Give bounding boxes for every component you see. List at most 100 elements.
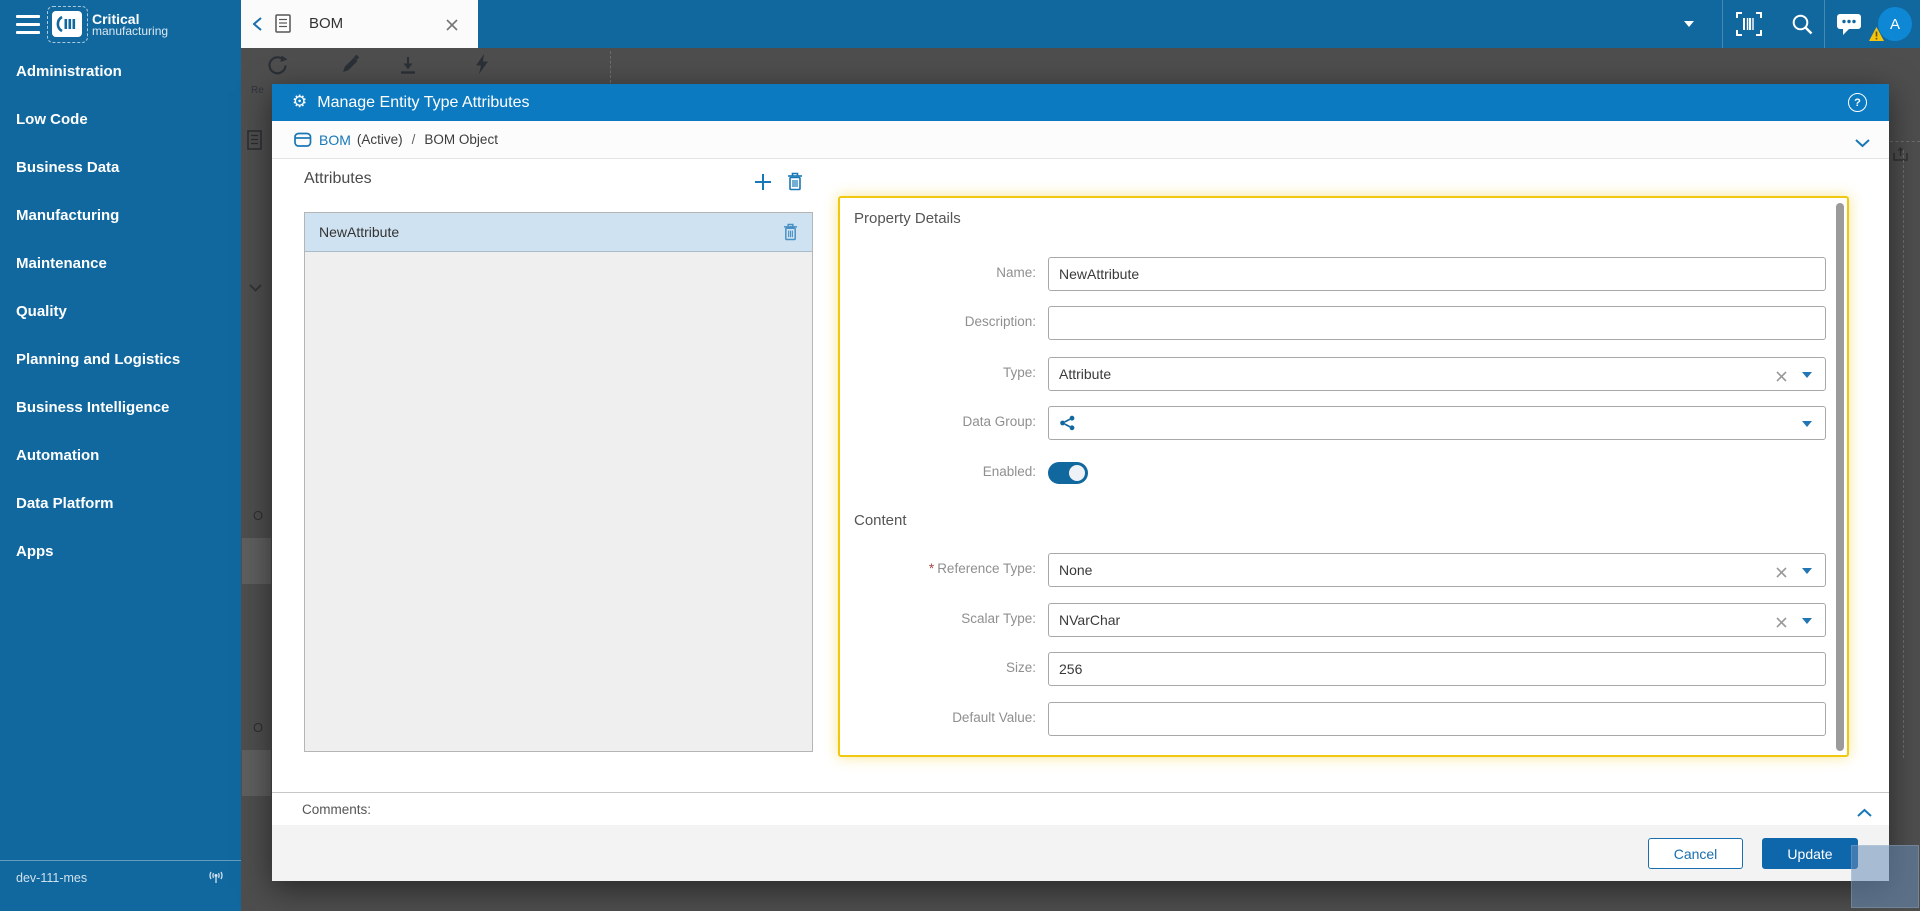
comments-section[interactable]: Comments: — [272, 792, 1889, 825]
back-chevron-icon[interactable] — [252, 17, 262, 36]
size-label: Size: — [1005, 660, 1036, 675]
required-marker: * — [928, 561, 935, 576]
panel-scrollbar[interactable] — [1836, 203, 1844, 751]
sidebar-item-data-platform[interactable]: Data Platform — [0, 480, 241, 528]
chat-icon[interactable] — [1836, 13, 1862, 41]
search-icon[interactable] — [1790, 12, 1814, 41]
description-label: Description: — [964, 314, 1036, 329]
property-details-panel: Property Details Name: Description: Type… — [838, 196, 1849, 757]
attributes-list: NewAttribute — [304, 212, 813, 752]
toggle-knob — [1069, 465, 1085, 481]
touch-indicator-overlay — [1851, 845, 1919, 908]
dialog-header: ⚙ Manage Entity Type Attributes — [272, 84, 1889, 121]
default-value-field[interactable] — [1048, 702, 1826, 736]
export-download-icon — [398, 55, 418, 80]
collapse-chevron-down-icon[interactable] — [1855, 135, 1870, 153]
data-group-label: Data Group: — [962, 414, 1036, 429]
update-button[interactable]: Update — [1762, 838, 1858, 869]
company-logo-icon[interactable] — [52, 11, 82, 37]
refresh-icon — [266, 54, 288, 81]
caret-down-icon[interactable] — [1684, 21, 1694, 27]
breadcrumb-separator: / — [411, 132, 416, 147]
gear-icon: ⚙ — [292, 92, 308, 112]
attribute-list-item-selected[interactable]: NewAttribute — [305, 213, 812, 252]
reference-type-label: * Reference Type: — [840, 561, 1036, 576]
breadcrumb-entity-link[interactable]: BOM — [319, 132, 351, 148]
sidebar-nav: Administration Low Code Business Data Ma… — [0, 48, 241, 576]
dropdown-caret-icon[interactable] — [1802, 372, 1812, 378]
chevron-down-fragment-icon — [249, 279, 262, 297]
dialog-title: Manage Entity Type Attributes — [317, 93, 530, 111]
document-icon — [275, 14, 291, 38]
content-section-title: Content — [854, 512, 907, 529]
comments-label: Comments: — [302, 801, 372, 817]
help-icon[interactable]: ? — [1848, 93, 1867, 112]
sidebar-item-maintenance[interactable]: Maintenance — [0, 240, 241, 288]
add-attribute-icon[interactable] — [754, 173, 772, 196]
tab-bom[interactable]: BOM — [241, 0, 478, 48]
comments-collapse-chevron-up-icon[interactable] — [1857, 804, 1872, 822]
clear-icon[interactable] — [1776, 369, 1787, 387]
scalar-type-select[interactable]: NVarChar — [1048, 603, 1826, 637]
enabled-toggle[interactable] — [1048, 462, 1088, 484]
reference-type-select[interactable]: None — [1048, 553, 1826, 587]
scalar-type-label: Scalar Type: — [961, 611, 1036, 626]
description-field[interactable] — [1048, 306, 1826, 340]
sidebar-item-business-intelligence[interactable]: Business Intelligence — [0, 384, 241, 432]
upload-box-icon — [1892, 146, 1910, 167]
manage-entity-type-attributes-dialog: ⚙ Manage Entity Type Attributes ? BOM (A… — [272, 84, 1889, 881]
dropdown-caret-icon[interactable] — [1802, 568, 1812, 574]
sidebar-item-apps[interactable]: Apps — [0, 528, 241, 576]
tab-close-icon[interactable] — [446, 18, 458, 36]
dropdown-caret-icon[interactable] — [1802, 618, 1812, 624]
type-value: Attribute — [1059, 366, 1112, 382]
topbar-divider — [1824, 0, 1825, 48]
hidden-text-fragment: O — [253, 720, 264, 735]
name-field[interactable] — [1048, 257, 1826, 291]
clear-icon[interactable] — [1776, 565, 1787, 583]
dropdown-caret-icon[interactable] — [1802, 421, 1812, 427]
scalar-type-value: NVarChar — [1059, 612, 1121, 628]
topbar: BOM A — [241, 0, 1920, 48]
warning-badge-icon — [1869, 27, 1884, 46]
size-field[interactable] — [1048, 652, 1826, 686]
hidden-text-fragment: O — [253, 508, 264, 523]
topbar-divider — [1722, 0, 1723, 48]
dialog-footer: Cancel Update — [272, 825, 1889, 881]
sidebar-item-planning-and-logistics[interactable]: Planning and Logistics — [0, 336, 241, 384]
sidebar-item-business-data[interactable]: Business Data — [0, 144, 241, 192]
environment-name: dev-111-mes — [16, 871, 88, 885]
type-select[interactable]: Attribute — [1048, 357, 1826, 391]
toolbar-label-fragment: Re — [251, 85, 264, 96]
sidebar-item-low-code[interactable]: Low Code — [0, 96, 241, 144]
sidebar-item-administration[interactable]: Administration — [0, 48, 241, 96]
list-view-icon — [246, 130, 264, 155]
sidebar: Critical manufacturing Administration Lo… — [0, 0, 241, 911]
tab-label: BOM — [309, 15, 344, 32]
sidebar-item-manufacturing[interactable]: Manufacturing — [0, 192, 241, 240]
enabled-label: Enabled: — [982, 464, 1036, 479]
property-details-title: Property Details — [854, 210, 961, 227]
application-root: Critical manufacturing Administration Lo… — [0, 0, 1920, 911]
cancel-button[interactable]: Cancel — [1648, 838, 1743, 869]
data-group-share-icon — [1059, 415, 1076, 431]
default-value-label: Default Value: — [952, 710, 1036, 725]
clear-icon[interactable] — [1776, 615, 1787, 633]
edit-pencil-icon — [340, 54, 360, 79]
delete-attribute-icon[interactable] — [787, 172, 803, 196]
sidebar-item-automation[interactable]: Automation — [0, 432, 241, 480]
bom-entity-icon — [294, 132, 312, 148]
network-status-icon — [208, 871, 224, 889]
name-label: Name: — [996, 265, 1036, 280]
sidebar-item-quality[interactable]: Quality — [0, 288, 241, 336]
row-delete-icon[interactable] — [783, 223, 798, 241]
backdrop-dashed-line — [1903, 150, 1904, 758]
type-label: Type: — [1002, 365, 1036, 380]
reference-type-label-text: Reference Type: — [937, 561, 1036, 576]
breadcrumb-entity-state: (Active) — [356, 132, 403, 147]
hamburger-menu-icon[interactable] — [16, 15, 40, 34]
attribute-name: NewAttribute — [319, 224, 400, 240]
data-group-select[interactable] — [1048, 406, 1826, 440]
barcode-scan-icon[interactable] — [1736, 12, 1762, 41]
breadcrumb: BOM (Active) / BOM Object — [272, 121, 1889, 159]
